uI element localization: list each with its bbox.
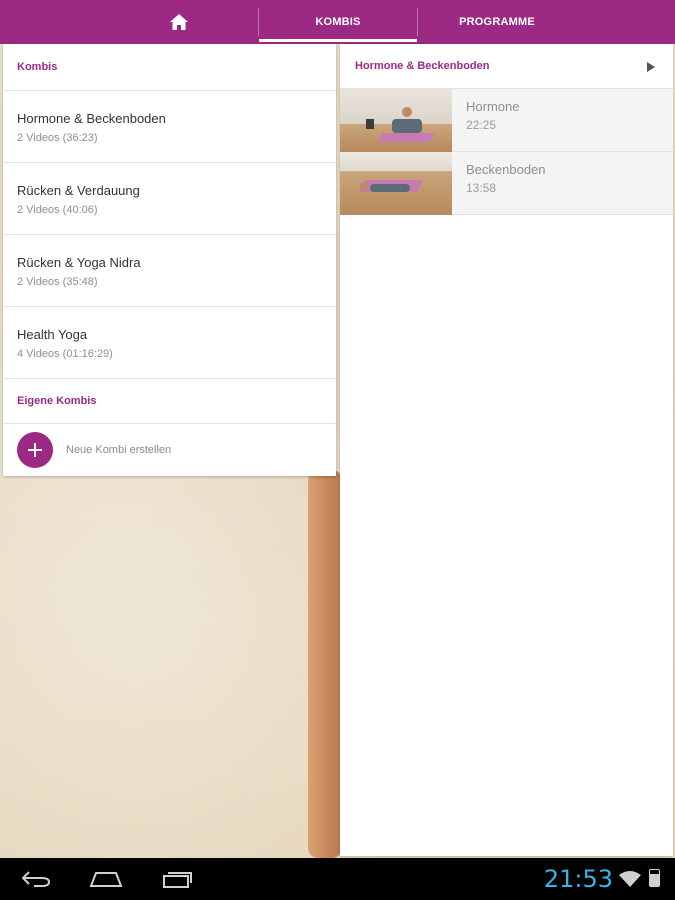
kombi-title: Rücken & Verdauung — [17, 183, 140, 198]
tab-kombis-label: KOMBIS — [315, 16, 361, 28]
clock: 21:53 — [543, 865, 613, 893]
add-kombi-button[interactable] — [17, 432, 53, 468]
list-item-kombi[interactable]: Hormone & Beckenboden 2 Videos (36:23) — [3, 91, 336, 163]
kombis-panel: Kombis Hormone & Beckenboden 2 Videos (3… — [3, 44, 336, 476]
tab-home[interactable] — [100, 0, 258, 44]
list-item-kombi[interactable]: Health Yoga 4 Videos (01:16:29) — [3, 307, 336, 379]
tab-programme-label: PROGRAMME — [459, 16, 535, 28]
video-row[interactable]: Hormone 22:25 — [340, 89, 673, 152]
video-duration: 22:25 — [466, 118, 497, 132]
recent-apps-icon[interactable] — [161, 870, 193, 888]
kombi-detail-panel: Hormone & Beckenboden Hormone 22:25 Beck… — [340, 44, 673, 856]
video-duration: 13:58 — [466, 181, 497, 195]
back-icon[interactable] — [20, 870, 52, 888]
video-thumbnail[interactable] — [340, 89, 452, 152]
new-kombi-row[interactable]: Neue Kombi erstellen — [3, 424, 336, 476]
person-head — [402, 107, 412, 117]
kombi-subtitle: 2 Videos (40:06) — [17, 204, 98, 216]
kombi-subtitle: 4 Videos (01:16:29) — [17, 348, 113, 360]
detail-header: Hormone & Beckenboden — [340, 44, 673, 89]
action-bar: KOMBIS PROGRAMME — [0, 0, 675, 44]
battery-icon — [649, 869, 660, 887]
kombi-title: Health Yoga — [17, 327, 88, 342]
new-kombi-label: Neue Kombi erstellen — [66, 444, 172, 456]
wifi-icon — [619, 871, 641, 887]
kombi-title: Rücken & Yoga Nidra — [17, 255, 141, 270]
kombis-header: Kombis — [3, 44, 336, 91]
tab-programme[interactable]: PROGRAMME — [418, 0, 576, 44]
person-figure — [392, 119, 422, 133]
home-icon — [170, 14, 188, 30]
detail-title: Hormone & Beckenboden — [355, 60, 490, 72]
own-kombis-header: Eigene Kombis — [3, 379, 336, 424]
video-row[interactable]: Beckenboden 13:58 — [340, 152, 673, 215]
list-item-kombi[interactable]: Rücken & Verdauung 2 Videos (40:06) — [3, 163, 336, 235]
person-figure — [370, 184, 410, 192]
system-bar: 21:53 — [0, 858, 675, 900]
background-figure — [308, 470, 342, 858]
kombi-subtitle: 2 Videos (35:48) — [17, 276, 98, 288]
person-head — [360, 182, 369, 191]
kombi-subtitle: 2 Videos (36:23) — [17, 132, 98, 144]
video-info: Hormone 22:25 — [452, 89, 519, 151]
video-info: Beckenboden 13:58 — [452, 152, 546, 214]
yoga-mat — [377, 133, 435, 142]
video-title: Hormone — [466, 99, 520, 114]
kombi-title: Hormone & Beckenboden — [17, 111, 166, 126]
yoga-block — [366, 119, 374, 129]
video-title: Beckenboden — [466, 162, 546, 177]
play-icon[interactable] — [647, 62, 655, 72]
list-item-kombi[interactable]: Rücken & Yoga Nidra 2 Videos (35:48) — [3, 235, 336, 307]
video-thumbnail[interactable] — [340, 152, 452, 215]
home-nav-icon[interactable] — [89, 870, 123, 888]
tab-kombis[interactable]: KOMBIS — [259, 0, 417, 44]
